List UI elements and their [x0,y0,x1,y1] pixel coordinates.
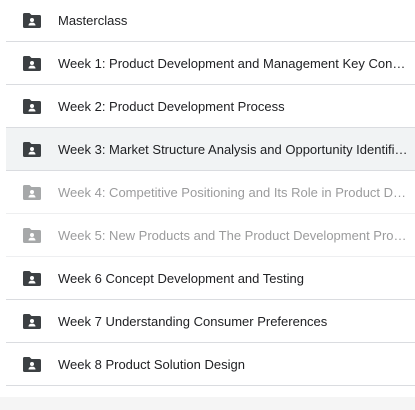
folder-name: Week 2: Product Development Process [58,98,285,114]
folder-row-week-5[interactable]: Week 5: New Products and The Product Dev… [6,214,415,257]
folder-row-week-1[interactable]: Week 1: Product Development and Manageme… [6,42,415,85]
shared-folder-icon [23,98,41,114]
folder-name: Week 5: New Products and The Product Dev… [58,227,415,243]
folder-list: Masterclass Week 1: Product Development … [6,0,415,386]
folder-name: Masterclass [58,13,128,28]
folder-row-week-3[interactable]: Week 3: Market Structure Analysis and Op… [6,128,415,171]
folder-row-week-4[interactable]: Week 4: Competitive Positioning and Its … [6,171,415,214]
shared-folder-icon [23,13,41,29]
shared-folder-icon [23,141,41,157]
folder-row-week-8[interactable]: Week 8 Product Solution Design [6,343,415,386]
folder-row-week-7[interactable]: Week 7 Understanding Consumer Preference… [6,300,415,343]
shared-folder-icon [23,313,41,329]
shared-folder-icon [23,55,41,71]
folder-name: Week 6 Concept Development and Testing [58,270,304,286]
folder-name: Week 7 Understanding Consumer Preference… [58,313,328,329]
shared-folder-icon [23,184,41,200]
folder-row-week-6[interactable]: Week 6 Concept Development and Testing [6,257,415,300]
folder-row-week-2[interactable]: Week 2: Product Development Process [6,85,415,128]
folder-name: Week 8 Product Solution Design [58,356,245,372]
list-footer-strip [0,397,415,410]
shared-folder-icon [23,356,41,372]
folder-name: Week 4: Competitive Positioning and Its … [58,184,415,200]
folder-name: Week 1: Product Development and Manageme… [58,55,415,71]
shared-folder-icon [23,270,41,286]
folder-name: Week 3: Market Structure Analysis and Op… [58,141,415,157]
folder-row-masterclass[interactable]: Masterclass [6,0,415,42]
shared-folder-icon [23,227,41,243]
